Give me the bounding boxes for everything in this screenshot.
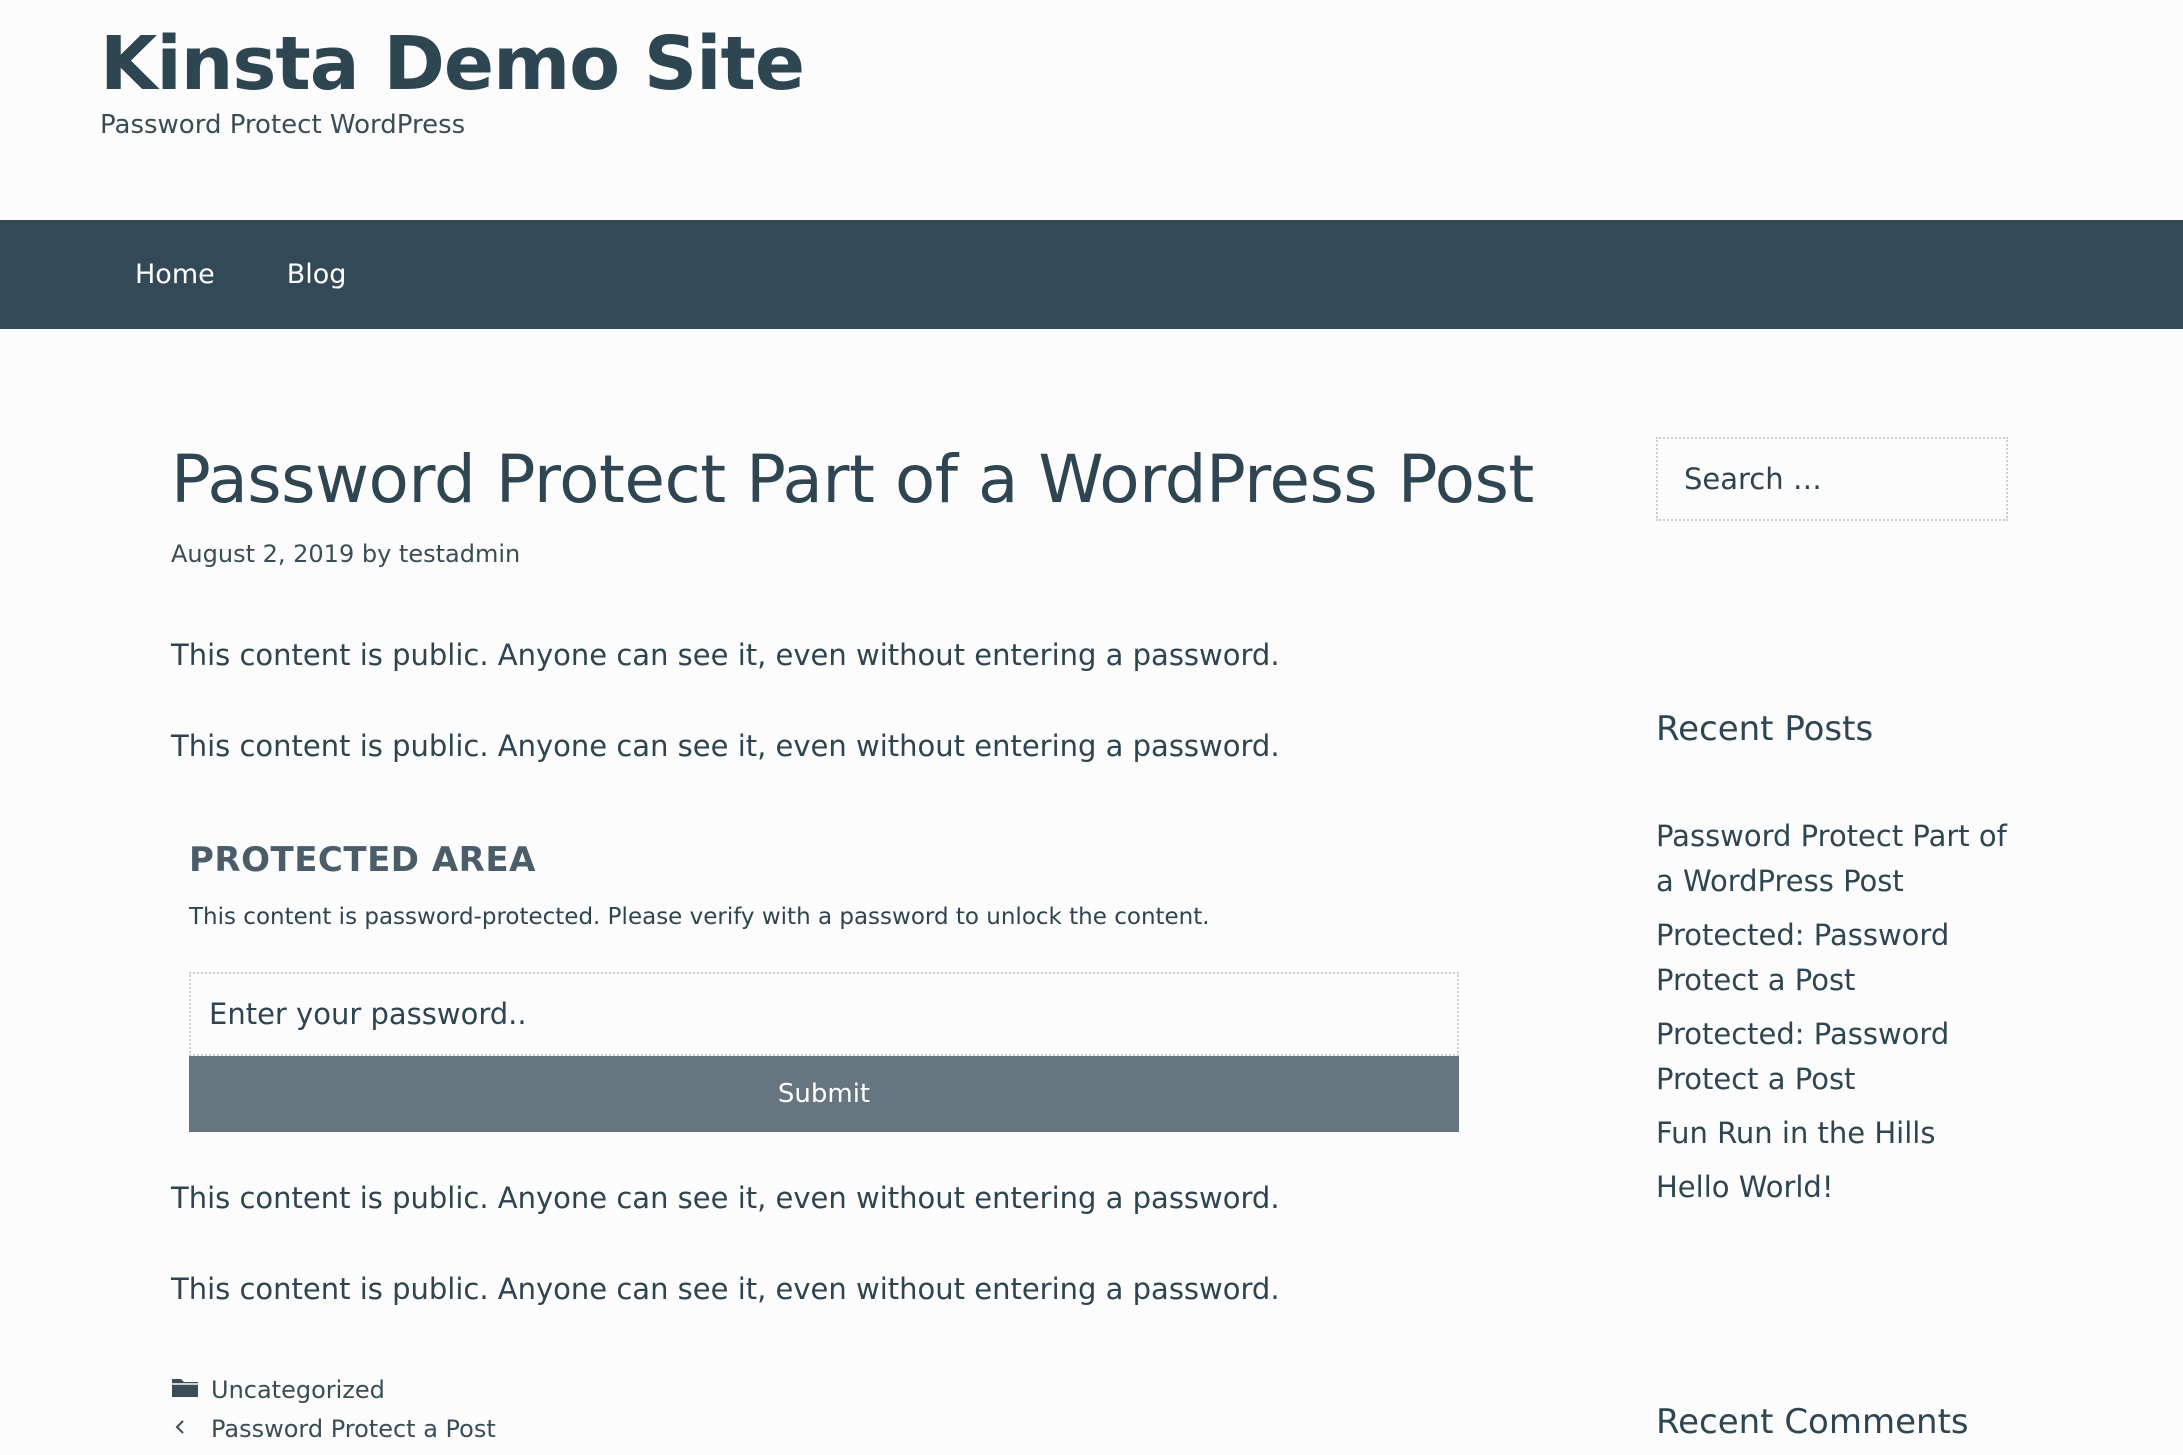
recent-posts-list: Password Protect Part of a WordPress Pos… [1656, 814, 2008, 1219]
site-title[interactable]: Kinsta Demo Site [100, 14, 805, 114]
list-item: Hello World! [1656, 1165, 2008, 1210]
submit-button[interactable]: Submit [189, 1056, 1459, 1132]
search-input[interactable] [1656, 437, 2008, 521]
public-paragraph: This content is public. Anyone can see i… [171, 638, 1280, 672]
list-item: Protected: Password Protect a Post [1656, 913, 2008, 1003]
site-tagline: Password Protect WordPress [100, 110, 466, 140]
category-row: Uncategorized [171, 1370, 496, 1409]
protected-area: PROTECTED AREA This content is password-… [189, 840, 1459, 1132]
folder-icon [171, 1376, 201, 1404]
nav-item-home[interactable]: Home [135, 259, 215, 290]
prev-post-row: Password Protect a Post [171, 1409, 496, 1448]
protected-area-description: This content is password-protected. Plea… [189, 904, 1210, 930]
public-paragraph: This content is public. Anyone can see i… [171, 729, 1280, 763]
recent-posts-title: Recent Posts [1656, 709, 1874, 749]
recent-post-link[interactable]: Hello World! [1656, 1170, 1833, 1204]
password-input[interactable] [189, 972, 1459, 1056]
recent-post-link[interactable]: Password Protect Part of a WordPress Pos… [1656, 819, 2007, 898]
chevron-left-icon [171, 1415, 201, 1443]
public-paragraph: This content is public. Anyone can see i… [171, 1181, 1280, 1215]
post-title: Password Protect Part of a WordPress Pos… [171, 441, 1534, 518]
list-item: Protected: Password Protect a Post [1656, 1012, 2008, 1102]
prev-post-link[interactable]: Password Protect a Post [211, 1415, 496, 1443]
site-header: Kinsta Demo Site Password Protect WordPr… [0, 0, 2183, 220]
protected-area-heading: PROTECTED AREA [189, 840, 536, 880]
category-link[interactable]: Uncategorized [211, 1376, 385, 1404]
list-item: Password Protect Part of a WordPress Pos… [1656, 814, 2008, 904]
public-paragraph: This content is public. Anyone can see i… [171, 1272, 1280, 1306]
post-footer: Uncategorized Password Protect a Post [171, 1370, 496, 1448]
main-navigation: Home Blog [0, 220, 2183, 329]
post-meta: August 2, 2019 by testadmin [171, 540, 521, 568]
recent-comments-title: Recent Comments [1656, 1402, 1969, 1442]
recent-post-link[interactable]: Protected: Password Protect a Post [1656, 918, 1949, 997]
sidebar: Recent Posts Password Protect Part of a … [1656, 437, 2008, 1442]
recent-post-link[interactable]: Fun Run in the Hills [1656, 1116, 1935, 1150]
recent-post-link[interactable]: Protected: Password Protect a Post [1656, 1017, 1949, 1096]
nav-item-blog[interactable]: Blog [287, 259, 347, 290]
list-item: Fun Run in the Hills [1656, 1111, 2008, 1156]
post-content: Password Protect Part of a WordPress Pos… [171, 430, 1534, 1443]
